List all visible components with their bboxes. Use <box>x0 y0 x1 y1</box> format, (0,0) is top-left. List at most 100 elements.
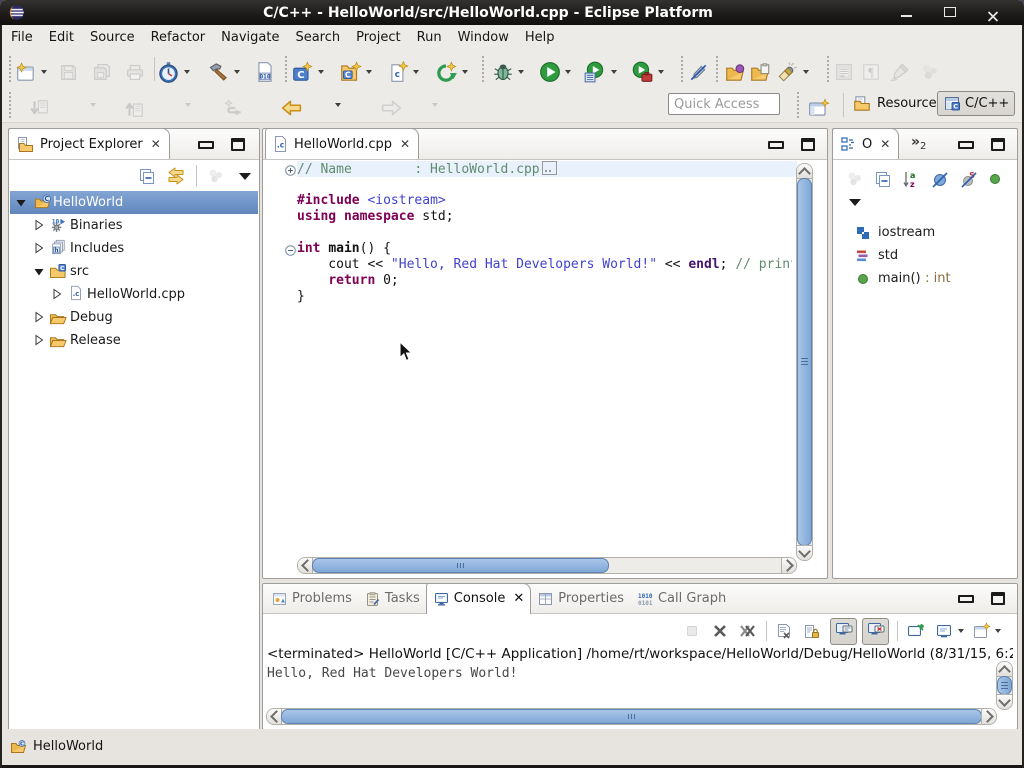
close-console-icon[interactable]: ✕ <box>513 591 524 606</box>
tree-row-binaries[interactable]: 10 Binaries <box>10 214 258 237</box>
tab-tasks[interactable]: Tasks <box>358 584 426 613</box>
remove-launch-icon[interactable] <box>712 623 728 639</box>
console-horizontal-scrollbar[interactable] <box>266 708 997 725</box>
more-tabs-indicator[interactable]: »2 <box>911 134 926 152</box>
show-stderr-toggle[interactable] <box>862 618 889 645</box>
maximize-editor-icon[interactable] <box>801 138 815 151</box>
hide-fields-icon[interactable] <box>930 170 949 189</box>
new-c-project-button[interactable]: C <box>288 58 327 86</box>
close-outline-icon[interactable]: ✕ <box>880 137 890 151</box>
menu-search[interactable]: Search <box>287 27 348 48</box>
view-menu-icon[interactable] <box>239 173 251 180</box>
maximize-outline-icon[interactable] <box>991 138 1005 151</box>
profile-button[interactable] <box>154 58 193 86</box>
scroll-lock-icon[interactable] <box>803 623 820 640</box>
menu-refactor[interactable]: Refactor <box>143 27 214 48</box>
menu-edit[interactable]: Edit <box>41 27 82 48</box>
sort-icon[interactable]: a z <box>902 170 920 189</box>
binary-build-button[interactable]: 010 <box>252 58 278 86</box>
menu-help[interactable]: Help <box>517 27 563 48</box>
minimize-window-icon[interactable] <box>901 7 913 18</box>
maximize-view-icon[interactable] <box>231 138 245 151</box>
clear-console-icon[interactable] <box>775 623 793 640</box>
menu-file[interactable]: File <box>3 27 41 48</box>
outline-item-main[interactable]: main() : int <box>833 267 1017 290</box>
display-console-chevron[interactable] <box>958 629 964 633</box>
new-wizard-button[interactable] <box>12 58 50 86</box>
new-c-folder-button[interactable]: C <box>336 58 375 86</box>
back-button[interactable] <box>276 94 307 122</box>
expander-collapsed-icon[interactable] <box>33 242 45 254</box>
close-window-icon[interactable] <box>987 7 999 18</box>
show-stdout-toggle[interactable] <box>830 618 857 645</box>
hide-static-icon[interactable]: S <box>959 170 978 189</box>
resource-perspective-button[interactable]: Resource <box>846 91 943 116</box>
expander-expanded-icon[interactable] <box>33 266 45 278</box>
open-console-icon[interactable] <box>972 622 991 640</box>
maximize-console-icon[interactable] <box>991 592 1005 605</box>
collapse-all-icon[interactable] <box>138 167 156 185</box>
tree-row-includes[interactable]: h Includes <box>10 237 258 260</box>
tree-row-debug[interactable]: Debug <box>10 306 258 329</box>
quick-access-input[interactable] <box>668 93 780 115</box>
minimize-view-icon[interactable] <box>198 141 214 149</box>
editor-horizontal-scrollbar[interactable] <box>297 557 797 574</box>
menu-window[interactable]: Window <box>450 27 517 48</box>
run-history-button[interactable] <box>580 58 620 86</box>
external-tools-button[interactable] <box>627 58 667 86</box>
menu-source[interactable]: Source <box>82 27 143 48</box>
minimize-outline-icon[interactable] <box>958 141 974 149</box>
maximize-window-icon[interactable] <box>944 7 956 18</box>
editor-vertical-scrollbar[interactable] <box>796 163 813 561</box>
project-explorer-tab[interactable]: Project Explorer ✕ <box>8 128 170 159</box>
editor-tab-helloworld-cpp[interactable]: .c HelloWorld.cpp ✕ <box>265 128 419 159</box>
expander-expanded-icon[interactable] <box>15 197 27 209</box>
tree-row-release[interactable]: Release <box>10 329 258 352</box>
tree-row-helloworld[interactable]: C HelloWorld <box>10 191 258 214</box>
open-perspective-button[interactable] <box>804 94 834 122</box>
view-menu-icon[interactable] <box>849 199 861 206</box>
open-console-chevron[interactable] <box>995 629 1001 633</box>
new-c-file-button[interactable]: c <box>385 58 422 86</box>
expander-collapsed-icon[interactable] <box>33 219 45 231</box>
tab-problems[interactable]: Problems <box>265 584 358 613</box>
expander-collapsed-icon[interactable] <box>51 288 63 300</box>
run-button[interactable] <box>536 58 574 86</box>
fold-collapse-icon[interactable] <box>285 245 296 256</box>
link-with-editor-icon[interactable] <box>165 166 187 186</box>
mark-occurrences-button[interactable] <box>685 58 712 86</box>
hide-non-public-icon[interactable] <box>988 172 1002 186</box>
tab-properties[interactable]: Properties <box>531 584 630 613</box>
close-editor-icon[interactable]: ✕ <box>400 137 410 151</box>
fold-expand-icon[interactable] <box>285 165 296 176</box>
open-resource-button[interactable] <box>746 58 775 86</box>
tree-row-helloworld-cpp[interactable]: .c HelloWorld.cpp <box>10 283 258 306</box>
search-button[interactable] <box>773 58 812 86</box>
console-vertical-scrollbar[interactable] <box>996 661 1013 710</box>
menu-navigate[interactable]: Navigate <box>213 27 287 48</box>
remove-all-terminated-icon[interactable] <box>738 623 758 639</box>
menu-run[interactable]: Run <box>409 27 450 48</box>
minimize-console-icon[interactable] <box>958 595 974 603</box>
tab-console[interactable]: Console ✕ <box>426 583 532 614</box>
new-make-target-button[interactable] <box>432 58 471 86</box>
build-button[interactable] <box>203 58 243 86</box>
tree-row-src[interactable]: C src <box>10 260 258 283</box>
tab-call-graph[interactable]: 1010 0101 Call Graph <box>630 584 732 613</box>
cpp-perspective-button[interactable]: C C/C++ <box>937 91 1015 116</box>
outline-item-iostream[interactable]: iostream <box>833 221 1017 244</box>
display-console-icon[interactable] <box>935 623 954 640</box>
outline-tab[interactable]: O ✕ <box>832 128 899 159</box>
expander-collapsed-icon[interactable] <box>33 334 45 346</box>
expander-collapsed-icon[interactable] <box>33 311 45 323</box>
pin-console-icon[interactable] <box>906 623 925 640</box>
debug-button[interactable] <box>489 58 527 86</box>
close-view-icon[interactable]: ✕ <box>151 137 161 151</box>
code-area[interactable]: // Name : HelloWorld.cpp #include <iostr… <box>297 161 797 561</box>
collapse-all-icon[interactable] <box>874 170 892 188</box>
menu-project[interactable]: Project <box>348 27 408 48</box>
minimize-editor-icon[interactable] <box>768 141 784 149</box>
back-chevron[interactable] <box>335 103 341 107</box>
folded-region-box[interactable] <box>542 161 557 175</box>
outline-item-std[interactable]: std <box>833 244 1017 267</box>
